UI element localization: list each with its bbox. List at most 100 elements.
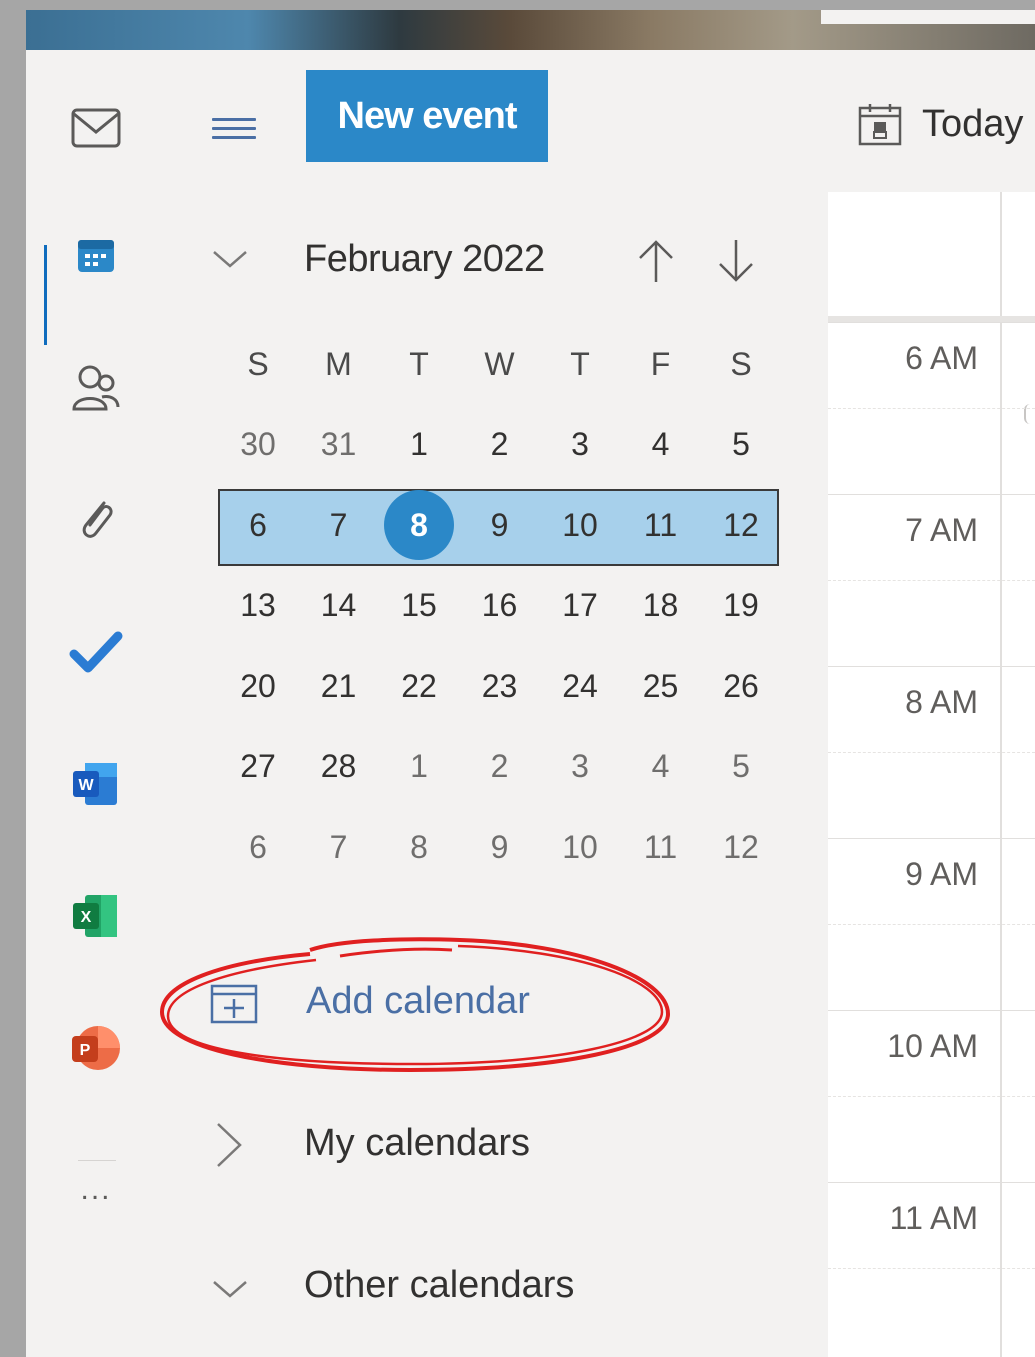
weekday-header: W bbox=[484, 346, 515, 382]
day-header-peek bbox=[1024, 404, 1035, 424]
add-calendar-button[interactable]: Add calendar bbox=[210, 968, 730, 1038]
powerpoint-icon[interactable]: P bbox=[66, 1018, 126, 1078]
date-cell[interactable]: 7 bbox=[299, 817, 379, 877]
svg-text:W: W bbox=[78, 777, 94, 794]
hour-divider bbox=[828, 666, 1035, 667]
hour-label: 6 AM bbox=[905, 340, 978, 376]
excel-icon[interactable]: X bbox=[66, 886, 126, 946]
other-calendars-group[interactable]: Other calendars bbox=[210, 1252, 770, 1322]
collapse-chevron-icon[interactable] bbox=[210, 244, 250, 274]
calendar-icon[interactable] bbox=[66, 226, 126, 286]
date-cell[interactable]: 16 bbox=[460, 575, 540, 635]
date-cell[interactable]: 18 bbox=[621, 575, 701, 635]
hour-divider bbox=[828, 1010, 1035, 1011]
date-cell[interactable]: 5 bbox=[701, 736, 781, 796]
hour-label: 7 AM bbox=[905, 512, 978, 548]
my-calendars-group[interactable]: My calendars bbox=[210, 1110, 770, 1180]
date-cell[interactable]: 10 bbox=[540, 817, 620, 877]
date-cell[interactable]: 28 bbox=[299, 736, 379, 796]
half-hour-divider bbox=[828, 1268, 1035, 1269]
other-calendars-label: Other calendars bbox=[304, 1264, 575, 1306]
date-cell[interactable]: 17 bbox=[540, 575, 620, 635]
mail-icon[interactable] bbox=[66, 98, 126, 158]
new-event-button[interactable]: New event bbox=[306, 70, 548, 162]
date-cell[interactable]: 2 bbox=[460, 736, 540, 796]
app-rail: W X P ... bbox=[26, 50, 160, 1357]
date-cell[interactable]: 12 bbox=[701, 817, 781, 877]
date-cell[interactable]: 22 bbox=[379, 656, 459, 716]
my-calendars-label: My calendars bbox=[304, 1122, 530, 1164]
date-cell[interactable]: 4 bbox=[621, 414, 701, 474]
date-cell[interactable]: 3 bbox=[540, 736, 620, 796]
date-cell[interactable]: 20 bbox=[218, 656, 298, 716]
date-cell[interactable]: 4 bbox=[621, 736, 701, 796]
date-cell[interactable]: 6 bbox=[218, 817, 298, 877]
svg-text:X: X bbox=[81, 909, 92, 926]
attachment-icon[interactable] bbox=[66, 490, 126, 550]
next-month-arrow-icon[interactable] bbox=[716, 236, 756, 286]
header-banner-edge bbox=[821, 10, 1035, 24]
todo-icon[interactable] bbox=[66, 622, 126, 682]
date-cell[interactable]: 24 bbox=[540, 656, 620, 716]
date-cell[interactable]: 27 bbox=[218, 736, 298, 796]
date-cell[interactable]: 15 bbox=[379, 575, 459, 635]
date-cell[interactable]: 7 bbox=[299, 495, 379, 555]
hour-divider bbox=[828, 1182, 1035, 1183]
month-label[interactable]: February 2022 bbox=[304, 238, 545, 281]
date-cell[interactable]: 3 bbox=[540, 414, 620, 474]
weekday-header: T bbox=[570, 346, 590, 382]
today-calendar-icon bbox=[858, 104, 902, 146]
date-cell[interactable]: 9 bbox=[460, 495, 540, 555]
date-cell[interactable]: 14 bbox=[299, 575, 379, 635]
hour-label: 11 AM bbox=[889, 1200, 978, 1236]
date-cell[interactable]: 25 bbox=[621, 656, 701, 716]
date-cell[interactable]: 11 bbox=[621, 817, 701, 877]
hour-divider bbox=[828, 322, 1035, 323]
half-hour-divider bbox=[828, 408, 1035, 409]
date-cell[interactable]: 1 bbox=[379, 736, 459, 796]
half-hour-divider bbox=[828, 1096, 1035, 1097]
people-icon[interactable] bbox=[66, 358, 126, 418]
date-cell[interactable]: 23 bbox=[460, 656, 540, 716]
date-cell[interactable]: 12 bbox=[701, 495, 781, 555]
previous-month-arrow-icon[interactable] bbox=[636, 236, 676, 286]
date-cell[interactable]: 26 bbox=[701, 656, 781, 716]
today-date-cell[interactable]: 8 bbox=[379, 495, 459, 555]
today-label: Today bbox=[922, 102, 1024, 145]
date-cell[interactable]: 1 bbox=[379, 414, 459, 474]
date-cell[interactable]: 5 bbox=[701, 414, 781, 474]
add-calendar-label: Add calendar bbox=[306, 980, 530, 1022]
app-frame: W X P ... New event February 2022 S M T W T F… bbox=[26, 10, 1035, 1357]
hour-label: 9 AM bbox=[905, 856, 978, 892]
hour-divider bbox=[828, 838, 1035, 839]
hamburger-menu-icon[interactable] bbox=[212, 112, 256, 148]
weekday-header: S bbox=[247, 346, 269, 382]
date-cell[interactable]: 9 bbox=[460, 817, 540, 877]
half-hour-divider bbox=[828, 580, 1035, 581]
date-cell[interactable]: 31 bbox=[299, 414, 379, 474]
date-cell[interactable]: 30 bbox=[218, 414, 298, 474]
word-icon[interactable]: W bbox=[66, 754, 126, 814]
date-cell[interactable]: 19 bbox=[701, 575, 781, 635]
calendar-pane: New event February 2022 S M T W T F S 30 31 1 2 3 4 5… bbox=[160, 50, 828, 1357]
date-cell[interactable]: 13 bbox=[218, 575, 298, 635]
more-apps-icon[interactable]: ... bbox=[66, 1160, 126, 1220]
date-cell[interactable]: 8 bbox=[379, 817, 459, 877]
mini-calendar-header: February 2022 bbox=[210, 230, 770, 300]
date-cell[interactable]: 21 bbox=[299, 656, 379, 716]
collapse-chevron-icon bbox=[213, 1281, 247, 1298]
svg-text:P: P bbox=[80, 1042, 91, 1059]
time-grid[interactable]: 6 AM 7 AM 8 AM 9 AM 10 AM 11 AM bbox=[828, 192, 1035, 1357]
date-cell[interactable]: 11 bbox=[621, 495, 701, 555]
today-button[interactable]: Today bbox=[858, 94, 1023, 154]
date-cell[interactable]: 6 bbox=[218, 495, 298, 555]
half-hour-divider bbox=[828, 752, 1035, 753]
rail-active-indicator bbox=[44, 245, 47, 345]
weekday-header: F bbox=[650, 346, 671, 382]
date-cell[interactable]: 10 bbox=[540, 495, 620, 555]
add-calendar-icon bbox=[210, 984, 258, 1024]
calendar-main: Today 6 AM 7 AM 8 AM 9 AM 10 AM 11 AM bbox=[828, 50, 1035, 1357]
date-cell[interactable]: 2 bbox=[460, 414, 540, 474]
half-hour-divider bbox=[828, 924, 1035, 925]
hour-label: 8 AM bbox=[905, 684, 978, 720]
